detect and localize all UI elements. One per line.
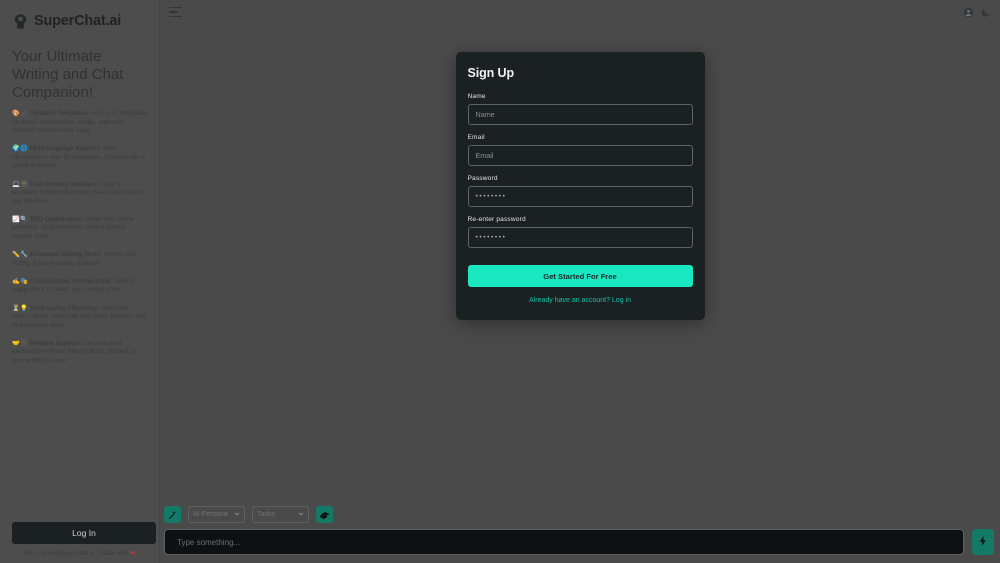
hamburger-line (169, 16, 182, 17)
top-bar-icons (963, 7, 991, 18)
feature-title: User-friendly Interface: (30, 181, 98, 188)
list-item: 📈🔍 SEO Optimization: Boost your online p… (12, 216, 147, 242)
chat-drop-icon (12, 13, 29, 30)
feature-emoji: ✍️🎭 (12, 278, 28, 285)
gear-icon[interactable] (316, 506, 333, 523)
list-item: 🌍🌐 Multi-language Support: Write effortl… (12, 145, 147, 171)
footer-blog-link[interactable]: Blog (24, 551, 36, 557)
name-field-label: Name (468, 93, 693, 100)
ai-persona-select-label: AI Persona (193, 511, 228, 518)
main-area: AI Persona Tasks Type something... (160, 0, 1000, 563)
signup-modal: Sign Up Name Email Password •••••••• Re-… (456, 52, 705, 320)
feature-emoji: ✏️🔧 (12, 251, 28, 258)
brand-logo[interactable]: SuperChat.ai (8, 0, 151, 34)
feature-title: Time-saving Efficiency: (30, 305, 99, 312)
heart-icon: ❤ (130, 551, 135, 557)
moon-dark-mode-icon[interactable] (980, 7, 991, 18)
feature-emoji: 📈🔍 (12, 216, 28, 223)
sidebar-headline: Your Ultimate Writing and Chat Companion… (12, 48, 147, 102)
chevron-down-icon (298, 513, 304, 516)
confirm-password-field-label: Re-enter password (468, 216, 693, 223)
ai-persona-select[interactable]: AI Persona (188, 506, 245, 523)
feature-title: Enhanced Editing Tools: (30, 251, 102, 258)
chat-input-placeholder: Type something... (177, 538, 240, 547)
list-item: 🤝🛠 Reliable Support: Get dedicated assis… (12, 340, 147, 366)
brand-name: SuperChat.ai (34, 13, 121, 29)
hamburger-line (169, 7, 182, 8)
sidebar: SuperChat.ai Your Ultimate Writing and C… (0, 0, 160, 563)
feature-title: Customizable Writing Style: (30, 278, 112, 285)
password-input[interactable]: •••••••• (468, 186, 693, 207)
confirm-password-input[interactable]: •••••••• (468, 227, 693, 248)
chat-input-row: Type something... (160, 529, 1000, 563)
feature-emoji: 🌍🌐 (12, 145, 28, 152)
name-input[interactable] (468, 104, 693, 125)
feature-title: Versatile Templates: (30, 110, 89, 117)
email-input[interactable] (468, 145, 693, 166)
footer-made-with: Made with (100, 551, 130, 557)
feature-title: Reliable Support: (30, 340, 81, 347)
email-field-label: Email (468, 134, 693, 141)
composer-toolbar: AI Persona Tasks (160, 499, 1000, 529)
sidebar-footer: Blog | team@superchat.ai | Made with ❤ (8, 550, 151, 563)
sidebar-spacer (8, 375, 151, 522)
magic-wand-icon[interactable] (164, 506, 181, 523)
list-item: ✏️🔧 Enhanced Editing Tools: Perfect your… (12, 251, 147, 268)
chat-input[interactable]: Type something... (164, 529, 964, 555)
tasks-select-label: Tasks (257, 511, 275, 518)
login-button[interactable]: Log In (12, 522, 156, 544)
feature-title: Multi-language Support: (30, 145, 101, 152)
lightning-bolt-icon (977, 535, 989, 550)
feature-emoji: 🤝🛠 (12, 340, 28, 347)
send-button[interactable] (972, 529, 994, 555)
list-item: 🎨🖌 Versatile Templates: Access AI templa… (12, 110, 147, 136)
feature-list: 🎨🖌 Versatile Templates: Access AI templa… (12, 110, 147, 375)
hamburger-line (169, 11, 178, 12)
feature-emoji: 💻🖥 (12, 181, 28, 188)
hamburger-menu-icon[interactable] (169, 7, 182, 17)
get-started-button[interactable]: Get Started For Free (468, 265, 693, 287)
footer-email-link[interactable]: team@superchat.ai (41, 551, 95, 557)
top-bar (160, 0, 1000, 24)
list-item: 💻🖥 User-friendly Interface: Enjoy a seam… (12, 181, 147, 207)
user-account-icon[interactable] (963, 7, 974, 18)
feature-emoji: 🎨🖌 (12, 110, 28, 117)
list-item: ⏳💡 Time-saving Efficiency: Overcome writ… (12, 305, 147, 331)
list-item: ✍️🎭 Customizable Writing Style: Tailor A… (12, 278, 147, 295)
feature-title: SEO Optimization: (30, 216, 84, 223)
chevron-down-icon (234, 513, 240, 516)
modal-title: Sign Up (468, 66, 693, 80)
feature-emoji: ⏳💡 (12, 305, 28, 312)
tasks-select[interactable]: Tasks (252, 506, 309, 523)
password-field-label: Password (468, 175, 693, 182)
app-root: SuperChat.ai Your Ultimate Writing and C… (0, 0, 1000, 563)
login-link[interactable]: Already have an account? Log in (468, 297, 693, 304)
